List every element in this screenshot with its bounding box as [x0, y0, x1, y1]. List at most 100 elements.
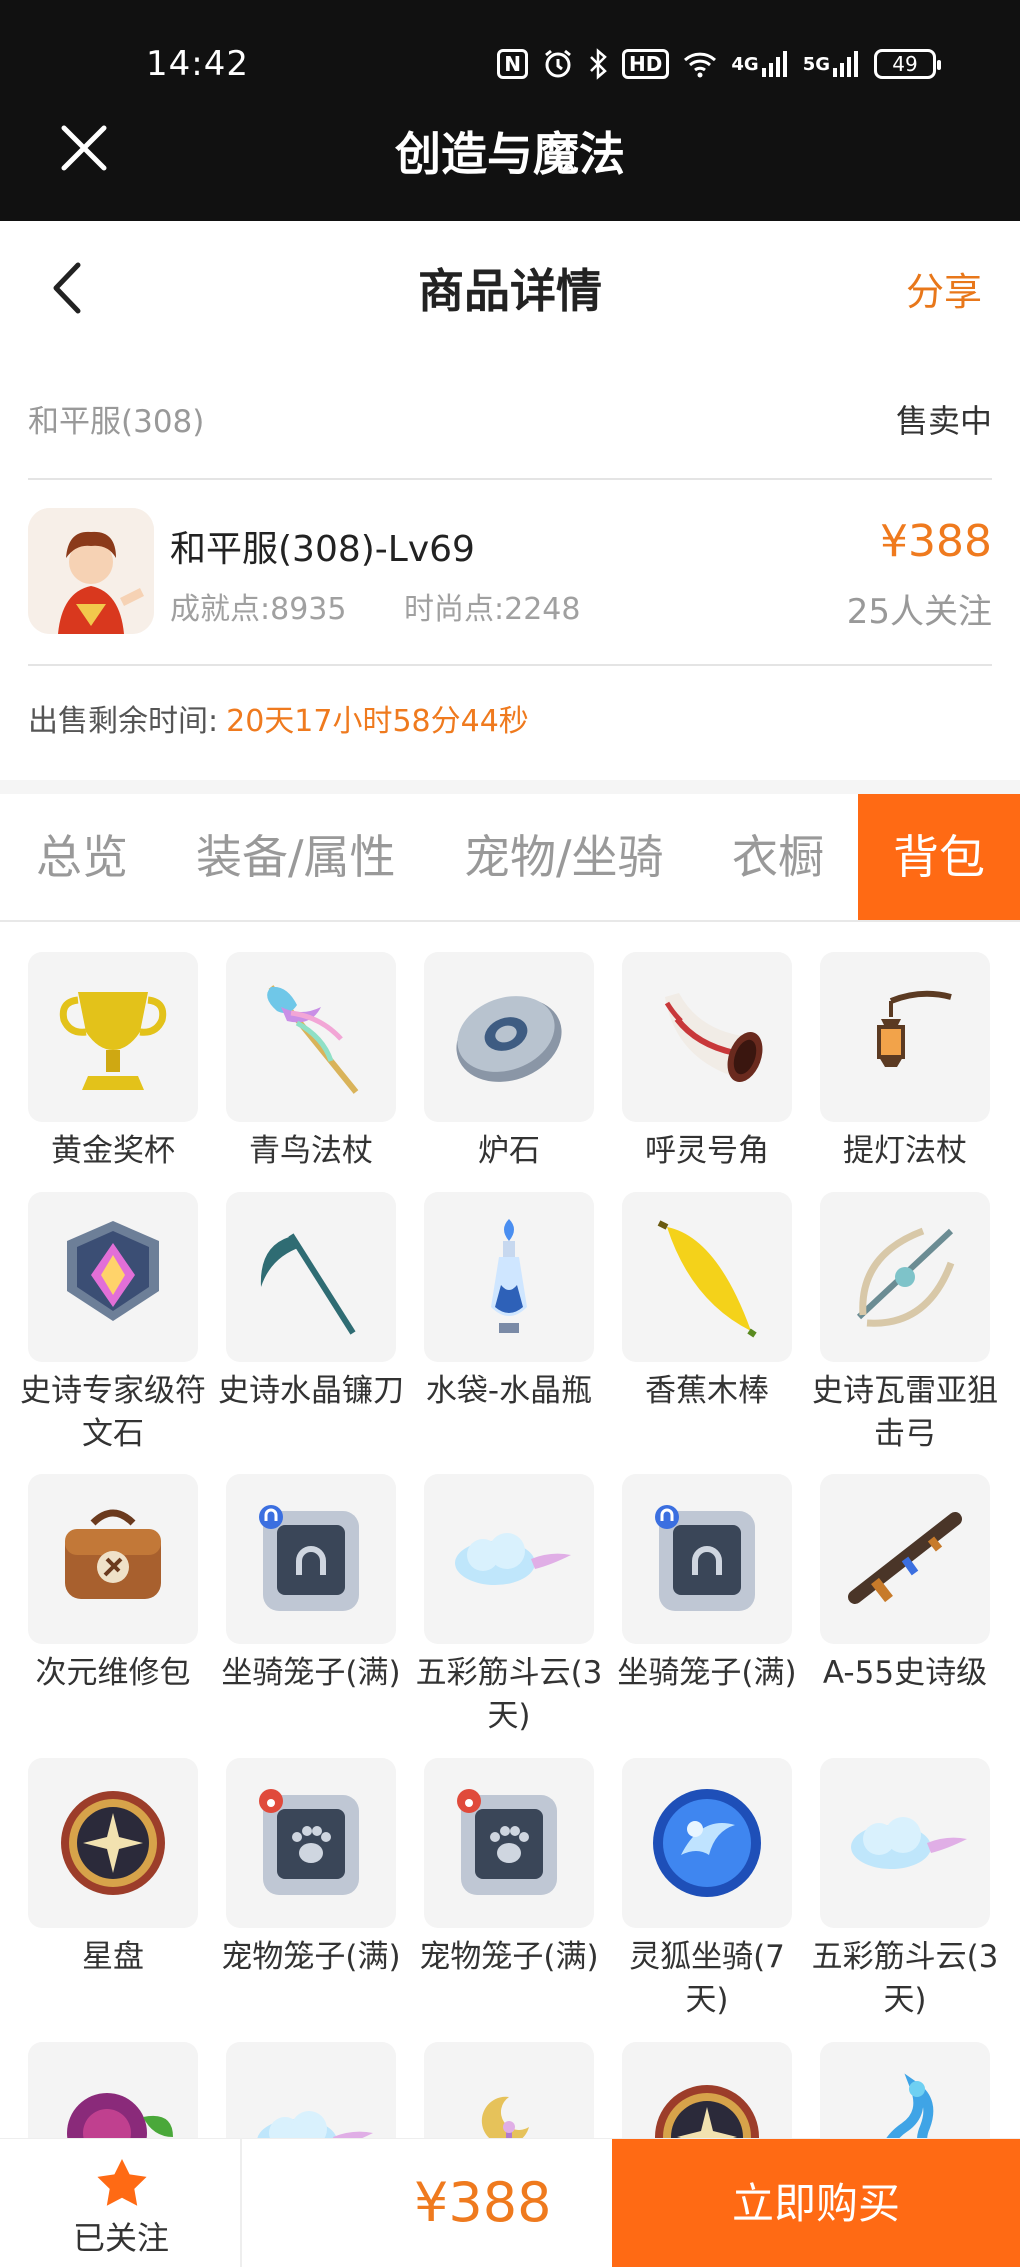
remaining-time-value: 20天17小时58分44秒	[226, 704, 529, 739]
remaining-time: 出售剩余时间: 20天17小时58分44秒	[28, 696, 529, 740]
tab-wardrobe[interactable]: 衣橱	[732, 794, 824, 920]
app-header: 14:42 N HD 4G 5G 49 创造与魔法	[0, 0, 1020, 221]
item-cell[interactable]: 坐骑笼子(满)	[608, 1474, 806, 1695]
item-cell[interactable]: 炉石	[410, 952, 608, 1173]
item-name: 五彩筋斗云(3天)	[811, 1939, 999, 2018]
item-cell[interactable]: 水袋-水晶瓶	[410, 1192, 608, 1413]
net-4g-label: 4G	[731, 53, 759, 75]
item-name: 坐骑笼子(满)	[221, 1655, 401, 1691]
fashion-points: 时尚点:2248	[404, 592, 581, 627]
achievement-points: 成就点:8935	[170, 592, 347, 627]
battery-icon: 49	[874, 49, 941, 79]
follow-button[interactable]: 已关注	[0, 2139, 242, 2267]
item-name: 坐骑笼子(满)	[617, 1655, 797, 1691]
item-name: 水袋-水晶瓶	[425, 1373, 593, 1409]
item-cell[interactable]: 星盘	[14, 1758, 212, 1979]
astrolabe-icon	[622, 2042, 792, 2138]
item-cell[interactable]	[410, 2042, 608, 2138]
sea-dragon-icon	[820, 2042, 990, 2138]
share-button[interactable]: 分享	[906, 261, 982, 316]
item-cell[interactable]: A-55史诗级	[806, 1474, 1004, 1695]
server-name: 和平服(308)	[28, 404, 205, 440]
item-cell[interactable]: 香蕉木棒	[608, 1192, 806, 1413]
item-cell[interactable]: 史诗水晶镰刀	[212, 1192, 410, 1413]
item-name: 香蕉木棒	[645, 1373, 769, 1409]
item-cell[interactable]	[212, 2042, 410, 2138]
item-cell[interactable]: 坐骑笼子(满)	[212, 1474, 410, 1695]
item-cell[interactable]	[608, 2042, 806, 2138]
item-name: 炉石	[478, 1133, 540, 1169]
rifle-icon	[820, 1474, 990, 1644]
sale-status: 售卖中	[895, 402, 992, 440]
item-name: 青鸟法杖	[249, 1133, 373, 1169]
product-summary: 和平服(308)-Lv69 成就点:8935 时尚点:2248 ¥388 25人…	[28, 480, 992, 666]
net-5g-label: 5G	[802, 53, 830, 75]
item-cell[interactable]: 宠物笼子(满)	[212, 1758, 410, 1979]
item-name: 史诗专家级符文石	[20, 1373, 206, 1452]
horn-icon	[622, 952, 792, 1122]
nfc-icon: N	[497, 49, 529, 79]
crystal-scythe-icon	[226, 1192, 396, 1362]
bottom-price: ¥388	[414, 2171, 552, 2234]
item-name: 史诗水晶镰刀	[218, 1373, 404, 1409]
nav-header: 商品详情 分享	[0, 221, 1020, 356]
app-title: 创造与魔法	[395, 127, 625, 181]
cloud-icon	[424, 1474, 594, 1644]
pet-cage-icon	[226, 1758, 396, 1928]
hd-icon: HD	[622, 49, 670, 79]
mount-cage-icon	[622, 1474, 792, 1644]
section-divider	[0, 780, 1020, 794]
golden-trophy-icon	[28, 952, 198, 1122]
item-name: 次元维修包	[35, 1655, 191, 1691]
item-name: 呼灵号角	[645, 1133, 769, 1169]
item-cell[interactable]: 灵狐坐骑(7天)	[608, 1758, 806, 2022]
item-cell[interactable]: 五彩筋斗云(3天)	[806, 1758, 1004, 2022]
rune-stone-icon	[28, 1192, 198, 1362]
tab-overview[interactable]: 总览	[36, 794, 128, 920]
follower-count: 25人关注	[846, 592, 992, 632]
remaining-time-label: 出售剩余时间:	[28, 704, 219, 739]
item-cell[interactable]: 提灯法杖	[806, 952, 1004, 1173]
item-cell[interactable]	[14, 2042, 212, 2138]
repair-bag-icon	[28, 1474, 198, 1644]
status-time: 14:42	[146, 44, 249, 84]
item-cell[interactable]: 史诗瓦雷亚狙击弓	[806, 1192, 1004, 1456]
mount-cage-icon	[226, 1474, 396, 1644]
wifi-icon	[683, 48, 717, 80]
hearthstone-icon	[424, 952, 594, 1122]
item-cell[interactable]: 黄金奖杯	[14, 952, 212, 1173]
item-cell[interactable]: 呼灵号角	[608, 952, 806, 1173]
signal-5g-icon: 5G	[803, 48, 860, 80]
spirit-fox-orb-icon	[622, 1758, 792, 1928]
item-name: 宠物笼子(满)	[419, 1939, 599, 1975]
astrolabe-icon	[28, 1758, 198, 1928]
item-name: 宠物笼子(满)	[221, 1939, 401, 1975]
item-cell[interactable]: 史诗专家级符文石	[14, 1192, 212, 1456]
item-name: 灵狐坐骑(7天)	[629, 1939, 785, 2018]
item-name: A-55史诗级	[822, 1655, 988, 1691]
server-row: 和平服(308) 售卖中	[28, 356, 992, 480]
follow-label: 已关注	[72, 2219, 169, 2257]
crystal-bottle-icon	[424, 1192, 594, 1362]
item-name: 黄金奖杯	[51, 1133, 175, 1169]
product-name: 和平服(308)-Lv69	[170, 529, 475, 570]
tab-backpack[interactable]: 背包	[858, 794, 1020, 920]
alarm-icon	[542, 48, 574, 80]
backpack-grid: 黄金奖杯 青鸟法杖 炉石 呼灵号角 提灯法杖 史诗专家级符文石 史诗水晶镰刀 水…	[0, 922, 1020, 2138]
product-price: ¥388	[880, 516, 992, 567]
item-cell[interactable]	[806, 2042, 1004, 2138]
buy-now-button[interactable]: 立即购买	[612, 2139, 1020, 2267]
item-cell[interactable]: 宠物笼子(满)	[410, 1758, 608, 1979]
tab-equipment[interactable]: 装备/属性	[196, 794, 396, 920]
item-name: 史诗瓦雷亚狙击弓	[812, 1373, 998, 1452]
bottom-action-bar: 已关注 ¥388 立即购买	[0, 2138, 1020, 2267]
item-name: 星盘	[82, 1939, 144, 1975]
item-cell[interactable]: 五彩筋斗云(3天)	[410, 1474, 608, 1738]
item-cell[interactable]: 次元维修包	[14, 1474, 212, 1695]
cloud-icon	[820, 1758, 990, 1928]
tab-pets-mounts[interactable]: 宠物/坐骑	[464, 794, 664, 920]
star-icon	[97, 2159, 147, 2206]
moon-staff-icon	[424, 2042, 594, 2138]
pet-cage-icon	[424, 1758, 594, 1928]
item-cell[interactable]: 青鸟法杖	[212, 952, 410, 1173]
